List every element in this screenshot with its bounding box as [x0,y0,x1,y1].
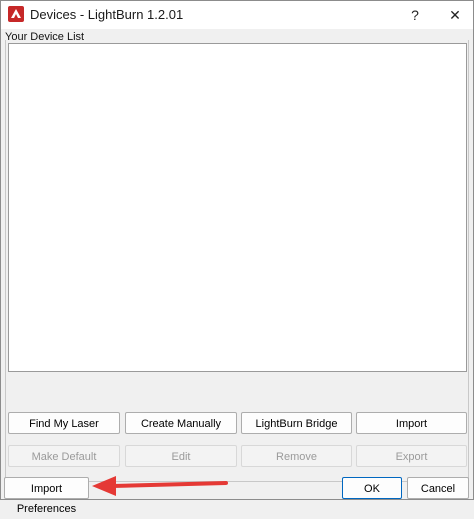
annotation-arrow-icon [92,476,228,496]
ok-button[interactable]: OK [342,477,402,499]
devices-dialog: Devices - LightBurn 1.2.01 ? ✕ Your Devi… [0,0,474,515]
help-button[interactable]: ? [397,1,433,29]
export-button[interactable]: Export [356,445,467,467]
lightburn-bridge-button[interactable]: LightBurn Bridge [241,412,352,434]
title-bar: Devices - LightBurn 1.2.01 ? ✕ [1,1,473,29]
create-manually-button[interactable]: Create Manually [125,412,237,434]
remove-button[interactable]: Remove [241,445,352,467]
window-title: Devices - LightBurn 1.2.01 [30,7,184,22]
lightburn-logo-icon [8,6,24,22]
edit-button[interactable]: Edit [125,445,237,467]
close-icon[interactable]: ✕ [437,1,473,29]
find-my-laser-button[interactable]: Find My Laser [8,412,120,434]
make-default-button[interactable]: Make Default [8,445,120,467]
cancel-button[interactable]: Cancel [407,477,469,499]
device-list[interactable] [8,43,467,372]
import-button[interactable]: Import [356,412,467,434]
import-preferences-button[interactable]: Import Preferences [4,477,89,515]
